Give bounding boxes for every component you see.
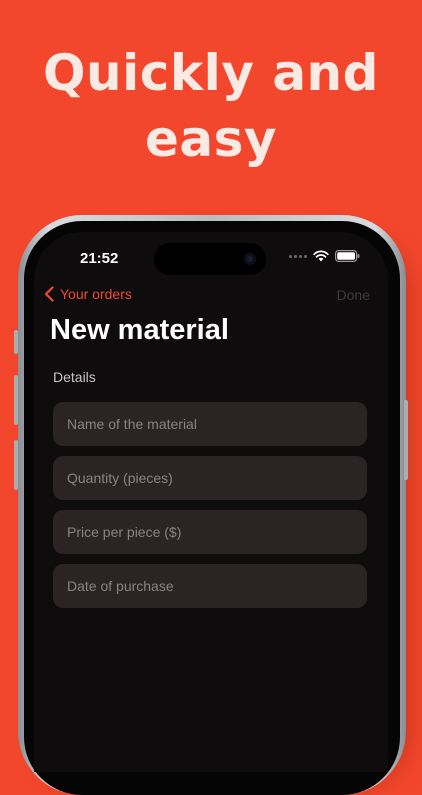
section-label-details: Details bbox=[53, 369, 96, 385]
battery-icon bbox=[335, 250, 360, 262]
back-button[interactable]: Your orders bbox=[44, 286, 132, 302]
signal-dots-icon bbox=[289, 254, 307, 258]
promo-headline: Quickly and easy bbox=[0, 40, 422, 172]
status-icons bbox=[289, 250, 360, 262]
back-button-label: Your orders bbox=[60, 286, 132, 302]
power-button bbox=[404, 400, 408, 480]
dynamic-island bbox=[154, 243, 266, 275]
promo-headline-line2: easy bbox=[144, 110, 277, 168]
promo-headline-line1: Quickly and bbox=[43, 44, 379, 102]
wifi-icon bbox=[313, 250, 329, 262]
purchase-date-field[interactable]: Date of purchase bbox=[53, 564, 367, 608]
phone-screen: 21:52 Your orders Done New material Deta… bbox=[34, 232, 388, 772]
volume-down-button bbox=[14, 440, 18, 490]
done-button[interactable]: Done bbox=[337, 287, 370, 303]
status-time: 21:52 bbox=[80, 250, 119, 267]
mute-switch bbox=[14, 330, 18, 354]
price-per-piece-field[interactable]: Price per piece ($) bbox=[53, 510, 367, 554]
chevron-left-icon bbox=[44, 286, 54, 302]
quantity-field[interactable]: Quantity (pieces) bbox=[53, 456, 367, 500]
camera-icon bbox=[244, 253, 256, 265]
volume-up-button bbox=[14, 375, 18, 425]
material-name-field[interactable]: Name of the material bbox=[53, 402, 367, 446]
page-title: New material bbox=[50, 314, 229, 346]
